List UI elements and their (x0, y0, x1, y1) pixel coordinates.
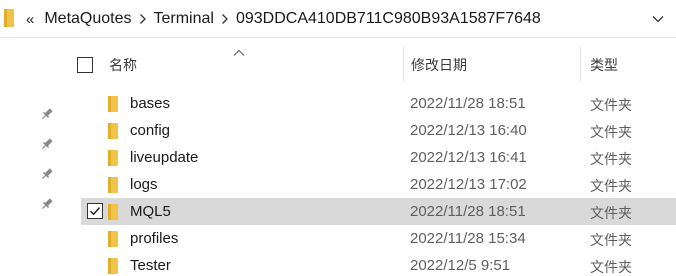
column-divider[interactable] (580, 46, 581, 82)
item-name: bases (130, 95, 171, 112)
chevron-right-icon[interactable] (132, 0, 154, 38)
folder-icon (108, 150, 118, 166)
item-date-modified: 2022/11/28 18:51 (410, 95, 526, 112)
row-checkbox[interactable] (87, 203, 103, 219)
breadcrumb-item-terminal[interactable]: Terminal (154, 10, 214, 28)
folder-icon (108, 258, 118, 274)
column-divider[interactable] (403, 46, 404, 82)
item-name: MQL5 (130, 203, 171, 220)
item-name: Tester (130, 257, 171, 274)
chevron-down-icon (652, 16, 664, 23)
item-type: 文件夹 (590, 124, 632, 140)
column-header-name[interactable]: 名称 (109, 55, 137, 75)
item-date-modified: 2022/11/28 15:34 (410, 230, 526, 247)
item-type: 文件夹 (590, 151, 632, 167)
breadcrumb: « MetaQuotes Terminal 093DDCA410DB711C98… (26, 0, 541, 38)
breadcrumb-overflow-button[interactable]: « (26, 11, 34, 28)
item-type: 文件夹 (590, 259, 632, 275)
breadcrumb-item-current-folder[interactable]: 093DDCA410DB711C980B93A1587F7648 (236, 10, 541, 28)
folder-icon (108, 177, 118, 193)
column-header-date-modified[interactable]: 修改日期 (411, 55, 467, 75)
item-date-modified: 2022/12/5 9:51 (410, 257, 511, 274)
folder-icon (4, 9, 14, 27)
folder-icon (108, 204, 118, 220)
item-name: config (130, 122, 171, 139)
checkmark-icon (90, 207, 101, 216)
item-date-modified: 2022/12/13 16:40 (410, 122, 527, 139)
chevron-right-icon[interactable] (214, 0, 236, 38)
item-type: 文件夹 (590, 232, 632, 248)
list-item[interactable]: profiles 2022/11/28 15:34 文件夹 (81, 225, 676, 252)
list-item[interactable]: bases 2022/11/28 18:51 文件夹 (81, 90, 676, 117)
list-item[interactable]: Tester 2022/12/5 9:51 文件夹 (81, 252, 676, 276)
item-date-modified: 2022/12/13 17:02 (410, 176, 527, 193)
list-item-selected[interactable]: MQL5 2022/11/28 18:51 文件夹 (81, 198, 676, 225)
item-date-modified: 2022/11/28 18:51 (410, 203, 526, 220)
item-type: 文件夹 (590, 178, 632, 194)
pin-icon[interactable] (40, 137, 54, 151)
column-header-type[interactable]: 类型 (590, 55, 618, 75)
list-item[interactable]: liveupdate 2022/12/13 16:41 文件夹 (81, 144, 676, 171)
folder-icon (108, 231, 118, 247)
address-bar[interactable]: « MetaQuotes Terminal 093DDCA410DB711C98… (0, 0, 676, 38)
item-date-modified: 2022/12/13 16:41 (410, 149, 527, 166)
address-history-dropdown-button[interactable] (640, 0, 676, 38)
folder-icon (108, 96, 118, 112)
list-item[interactable]: logs 2022/12/13 17:02 文件夹 (81, 171, 676, 198)
pin-icon[interactable] (40, 197, 54, 211)
folder-icon (108, 123, 118, 139)
item-type: 文件夹 (590, 205, 632, 221)
item-name: profiles (130, 230, 179, 247)
item-name: liveupdate (130, 149, 199, 166)
item-type: 文件夹 (590, 97, 632, 113)
list-item[interactable]: config 2022/12/13 16:40 文件夹 (81, 117, 676, 144)
pin-icon[interactable] (40, 167, 54, 181)
select-all-checkbox[interactable] (77, 57, 93, 73)
column-header-row: 名称 修改日期 类型 (0, 46, 676, 82)
breadcrumb-item-metaquotes[interactable]: MetaQuotes (44, 10, 131, 28)
item-name: logs (130, 176, 158, 193)
pin-icon[interactable] (40, 107, 54, 121)
